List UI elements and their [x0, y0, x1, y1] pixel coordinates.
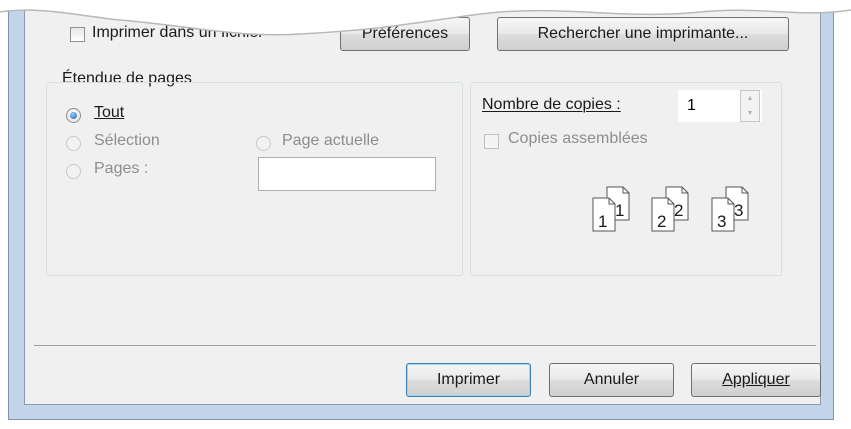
- print-to-file-label: Imprimer dans un fichier: [92, 24, 264, 41]
- collate-page-icon-3: 3 3: [711, 186, 749, 232]
- collate-back-number: 1: [615, 201, 624, 220]
- collate-back-number: 2: [674, 201, 683, 220]
- find-printer-button[interactable]: Rechercher une imprimante...: [497, 17, 789, 51]
- spin-down-icon[interactable]: ▼: [741, 106, 759, 121]
- current-page-radio[interactable]: [256, 136, 271, 151]
- collate-front-number: 2: [657, 212, 666, 231]
- selection-label: Sélection: [94, 132, 160, 149]
- preferences-button[interactable]: Préférences: [340, 17, 470, 51]
- print-button[interactable]: Imprimer: [406, 363, 531, 397]
- collate-front-number: 3: [717, 212, 726, 231]
- copies-spinner[interactable]: ▲ ▼: [740, 90, 760, 122]
- collate-front-number: 1: [598, 212, 607, 231]
- collate-checkbox[interactable]: [484, 134, 499, 149]
- collate-back-number: 3: [734, 201, 743, 220]
- apply-button[interactable]: Appliquer: [691, 363, 821, 397]
- pages-input[interactable]: [258, 157, 436, 191]
- cancel-button[interactable]: Annuler: [549, 363, 674, 397]
- collate-page-icon-1: 1 1: [592, 186, 630, 232]
- current-page-label: Page actuelle: [282, 132, 379, 149]
- all-pages-radio[interactable]: [66, 108, 81, 123]
- collate-label: Copies assemblées: [508, 130, 648, 147]
- pages-label: Pages :: [94, 160, 149, 177]
- selection-radio[interactable]: [66, 136, 81, 151]
- collate-page-icon-2: 2 2: [651, 186, 689, 232]
- radio-selected-dot: [70, 112, 77, 119]
- spin-up-icon[interactable]: ▲: [741, 91, 759, 106]
- print-to-file-checkbox[interactable]: [70, 27, 85, 42]
- copies-count-label: Nombre de copies :: [482, 96, 621, 113]
- pages-radio[interactable]: [66, 164, 81, 179]
- general-tab-panel: Imprimer dans un fichier Préférences Rec…: [34, 0, 816, 346]
- all-pages-label: Tout: [94, 104, 125, 121]
